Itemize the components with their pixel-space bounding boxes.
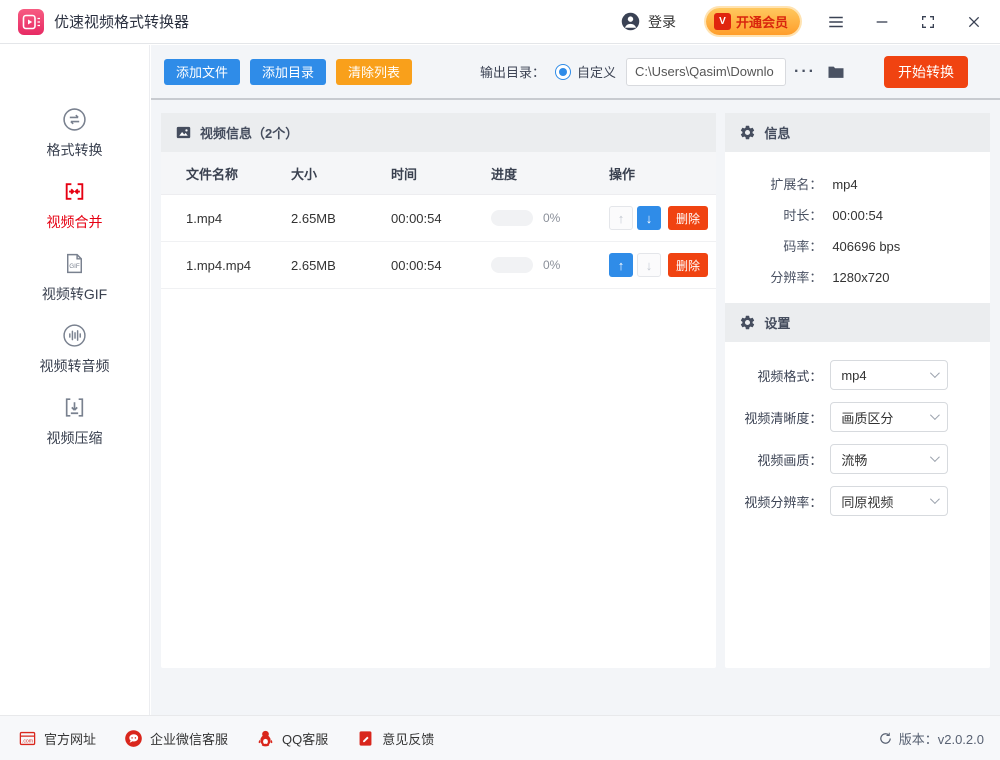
version-label: 版本：v2.0.2.0 [898,731,984,747]
table-row[interactable]: 1.mp4.mp4 2.65MB 00:00:54 0% ↑ ↓ 删除 [161,242,717,289]
delete-button[interactable]: 删除 [668,206,709,230]
chevron-down-icon [930,368,941,379]
chevron-down-icon [930,410,941,421]
clear-list-button[interactable]: 清除列表 [336,58,413,85]
move-down-button: ↓ [637,253,661,277]
svg-text:.com: .com [22,738,33,744]
sidebar-item-video-to-audio[interactable]: 视频转音频 [40,323,110,376]
table-row[interactable]: 1.mp4 2.65MB 00:00:54 0% ↑ ↓ 删除 [161,195,717,242]
app-title: 优速视频格式转换器 [54,14,190,31]
main-area: 添加文件 添加目录 清除列表 输出目录： 自定义 ··· 开始转换 视频信息（2… [151,45,1000,715]
progress-percent: 0% [543,258,561,272]
video-clarity-select[interactable]: 画质区分 [830,402,949,432]
feedback-icon [359,730,372,746]
info-panel-header: 信息 [725,113,990,152]
resolution-value: 1280x720 [832,270,890,285]
svg-text:GIF: GIF [69,263,80,270]
login-button[interactable]: 登录 [648,12,676,32]
refresh-icon [879,732,891,744]
custom-radio[interactable] [555,63,571,80]
down-arrow-icon: ↓ [645,210,653,226]
feedback-link[interactable]: 意见反馈 [356,729,434,748]
settings-panel-header: 设置 [725,303,990,342]
vip-upgrade-button[interactable]: V 开通会员 [705,8,800,35]
file-size: 2.65MB [291,257,336,273]
custom-radio-label: 自定义 [577,65,617,80]
progress-bar [491,210,533,226]
move-up-button[interactable]: ↑ [609,253,633,277]
file-duration: 00:00:54 [391,257,442,273]
qq-service-link[interactable]: QQ客服 [256,729,328,748]
file-size: 2.65MB [291,210,336,226]
wechat-service-link[interactable]: 企业微信客服 [124,729,228,748]
move-up-button: ↑ [609,206,633,230]
duration-value: 00:00:54 [832,208,883,223]
settings-panel-body: 视频格式： mp4 视频清晰度： 画质区分 视频画质： 流畅 视频分辨率： 同原… [725,342,990,516]
video-list-panel: 视频信息（2个） 文件名称 大小 时间 进度 操作 1.mp4 2.65MB 0… [161,113,717,668]
add-directory-button[interactable]: 添加目录 [250,58,327,85]
app-logo-icon [18,8,44,35]
gear-icon [741,125,755,140]
format-convert-icon [63,108,86,131]
minimize-icon[interactable] [872,12,892,32]
add-file-button[interactable]: 添加文件 [164,58,241,85]
file-name: 1.mp4.mp4 [186,257,252,273]
vip-icon: V [713,13,731,30]
titlebar: 优速视频格式转换器 登录 V 开通会员 [0,0,1000,44]
video-format-select[interactable]: mp4 [830,360,949,390]
video-info-icon [176,126,191,139]
footer: .com 官方网址 企业微信客服 QQ客服 意见反馈 版本：v2.0.2.0 [0,715,1000,760]
sidebar-item-format-convert[interactable]: 格式转换 [47,107,103,160]
extension-value: mp4 [832,177,858,192]
up-arrow-icon: ↑ [617,257,625,273]
bitrate-value: 406696 bps [832,239,901,254]
down-arrow-icon: ↓ [645,257,653,273]
delete-button[interactable]: 删除 [668,253,709,277]
file-duration: 00:00:54 [391,210,442,226]
website-icon: .com [19,731,36,745]
chevron-down-icon [930,494,941,505]
video-compress-icon [65,398,84,417]
info-panel-body: 扩展名： mp4 时长： 00:00:54 码率： 406696 bps 分辨率： 12… [725,152,990,303]
sidebar: 格式转换 视频合并 GIF 视频转GIF 视频转音频 视频压缩 [0,45,150,715]
video-to-gif-icon: GIF [67,253,82,274]
gear-icon [741,315,755,330]
video-quality-select[interactable]: 流畅 [830,444,949,474]
output-path-input[interactable] [626,57,787,86]
table-column-header: 文件名称 大小 时间 进度 操作 [161,152,717,195]
toolbar: 添加文件 添加目录 清除列表 输出目录： 自定义 ··· 开始转换 [151,45,1000,100]
progress-bar [491,257,533,273]
official-website-link[interactable]: .com 官方网址 [18,729,96,748]
menu-icon[interactable] [826,12,846,32]
maximize-icon[interactable] [918,12,938,32]
move-down-button[interactable]: ↓ [637,206,661,230]
start-convert-button[interactable]: 开始转换 [884,55,968,88]
output-dir-label: 输出目录： [479,65,545,80]
qq-service-icon [258,730,273,746]
video-info-header: 视频信息（2个） [161,113,717,152]
file-name: 1.mp4 [186,210,223,226]
wechat-service-icon [125,729,142,747]
sidebar-item-video-merge[interactable]: 视频合并 [47,179,103,232]
version-info: 版本：v2.0.2.0 [878,729,984,748]
progress-percent: 0% [543,211,561,225]
open-folder-icon[interactable] [826,62,846,82]
user-avatar-icon[interactable] [620,11,641,32]
sidebar-item-video-compress[interactable]: 视频压缩 [47,395,103,448]
chevron-down-icon [930,452,941,463]
close-icon[interactable] [964,12,984,32]
sidebar-item-video-to-gif[interactable]: GIF 视频转GIF [42,251,107,304]
video-to-audio-icon [63,324,86,347]
side-panel: 信息 扩展名： mp4 时长： 00:00:54 码率： 406696 bps 分辨率… [725,113,990,668]
video-resolution-select[interactable]: 同原视频 [830,486,949,516]
up-arrow-icon: ↑ [617,210,625,226]
browse-more-button[interactable]: ··· [794,63,816,81]
video-merge-icon [65,183,84,200]
